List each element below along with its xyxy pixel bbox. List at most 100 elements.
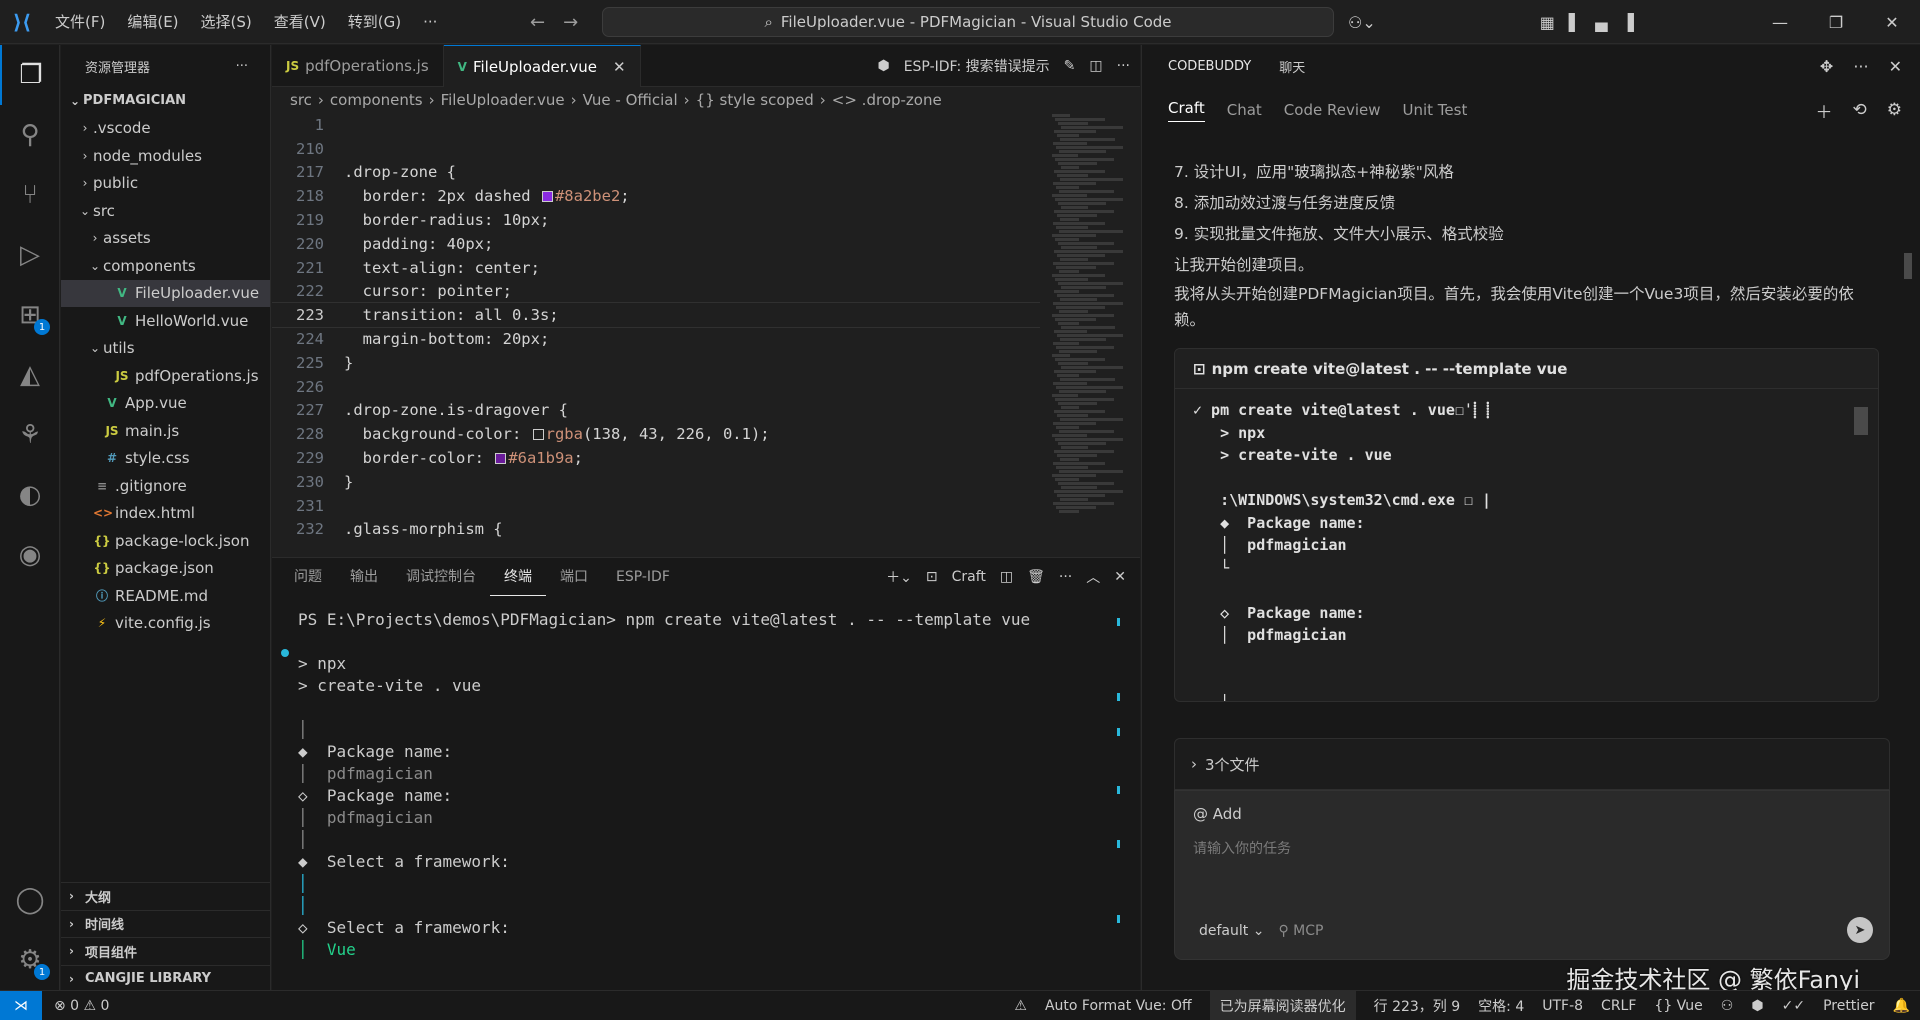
codebuddy-header-tab[interactable]: CODEBUDDY [1168,59,1251,74]
chat-message[interactable]: 我将从头开始创建PDFMagician项目。首先，我会使用Vite创建一个Vue… [1174,281,1874,333]
new-chat-icon[interactable]: ＋ [1816,98,1833,123]
sidebar-section[interactable]: › 项目组件 [61,937,271,965]
chevron-right-icon[interactable]: › [69,972,85,986]
minimap-line[interactable] [1054,330,1088,333]
file-tree-label[interactable]: .vscode [93,119,151,137]
terminal-text[interactable]: │ [298,896,308,915]
code-line[interactable]: 217 .drop-zone { [272,161,1040,185]
code-line[interactable]: 226 [272,375,1040,399]
minimize-icon[interactable]: — [1752,13,1808,32]
scrollbar[interactable] [1904,253,1912,279]
status-item[interactable]: CRLF [1601,998,1636,1014]
craft-terminal-label[interactable]: Craft [952,569,986,585]
terminal-card-line[interactable]: │ [1193,692,1878,701]
terminal-text[interactable]: │ pdfmagician [298,808,433,827]
minimap-line[interactable] [1056,466,1088,469]
file-tree-label[interactable]: App.vue [125,394,187,412]
terminal-text[interactable]: │ [298,874,308,893]
breadcrumb-item[interactable]: <> .drop-zone [832,91,942,109]
line-number[interactable]: 229 [272,449,324,467]
minimap-line[interactable] [1052,114,1070,117]
file-tree-label[interactable]: node_modules [93,147,202,165]
terminal-text[interactable]: ◆ Select a framework: [298,852,510,871]
code-line[interactable]: 227 .drop-zone.is-dragover { [272,399,1040,423]
minimap-line[interactable] [1053,222,1105,225]
chat-message[interactable]: 8. 添加动效过渡与任务进度反馈 [1174,188,1874,219]
minimap-line[interactable] [1057,494,1106,497]
toggle-secondary-sidebar-icon[interactable]: ▐ [1622,13,1634,32]
terminal-card-line[interactable]: └ [1193,557,1878,580]
minimap-line[interactable] [1052,194,1088,197]
chevron-right-icon[interactable]: › [77,121,93,135]
line-number[interactable]: 220 [272,235,324,253]
minimap-line[interactable] [1057,174,1088,177]
terminal-line[interactable]: │ [298,872,1140,894]
minimap-line[interactable] [1053,382,1088,385]
terminal-text[interactable]: ◇ Select a framework: [298,918,510,937]
code-text[interactable]: cursor: pointer; [324,282,512,300]
code-text[interactable]: margin-bottom: 20px; [324,330,550,348]
toggle-sidebar-icon[interactable]: ▌ [1569,13,1581,32]
back-arrow-icon[interactable]: ← [530,12,545,33]
menu-item[interactable]: 转到(G) [337,0,412,44]
vue-file-icon[interactable]: V [113,286,131,300]
line-number[interactable]: 230 [272,473,324,491]
code-text[interactable]: } [324,473,353,491]
minimap-line[interactable] [1060,418,1124,421]
chevron-right-icon[interactable]: › [571,91,577,109]
minimap-line[interactable] [1055,358,1106,361]
terminal-card-header[interactable]: ⊡ npm create vite@latest . -- --template… [1175,349,1878,389]
terminal-card-line[interactable]: > npx [1193,422,1878,445]
minimap-line[interactable] [1055,278,1088,281]
minimap-line[interactable] [1053,422,1097,425]
minimap-line[interactable] [1060,298,1097,301]
terminal-card-line[interactable]: ◇ Package name: [1193,602,1878,625]
minimap-line[interactable] [1053,462,1105,465]
minimap-line[interactable] [1057,454,1097,457]
terminal-text[interactable]: │ pdfmagician [298,764,433,783]
terminal-text[interactable]: │ [298,720,308,739]
terminal-line[interactable]: │ pdfmagician [298,806,1140,828]
more-actions-icon[interactable]: ··· [1853,57,1868,76]
code-text[interactable]: } [324,354,353,372]
minimap-line[interactable] [1055,318,1097,321]
terminal-text[interactable]: │ [298,830,308,849]
minimap-line[interactable] [1055,118,1106,121]
sidebar-section[interactable]: › 大纲 [61,882,271,910]
file-tree-item[interactable]: › .vscode [61,115,270,143]
code-text[interactable]: background-color: rgba(138, 43, 226, 0.1… [324,425,770,443]
minimap-line[interactable] [1056,386,1123,389]
minimap-line[interactable] [1060,258,1089,261]
layout-custom-icon[interactable]: ▦ [1540,13,1555,32]
esp-idf-search-label[interactable]: ESP-IDF: 搜索错误提示 [904,56,1050,76]
terminal-card-line[interactable]: ✓ pm create vite@latest . vue☐ˈ⸽ ⸽ [1193,399,1878,422]
status-item[interactable]: 空格: 4 [1478,996,1524,1016]
json-file-icon[interactable]: {} [93,561,111,575]
code-text[interactable]: border-radius: 10px; [324,211,550,229]
vite-file-icon[interactable]: ⚡ [93,616,111,630]
file-tree-item[interactable]: ⚡ vite.config.js [61,610,270,638]
minimap-line[interactable] [1052,314,1114,317]
panel-tab[interactable]: 输出 [336,558,392,596]
line-number[interactable]: 232 [272,520,324,538]
status-item[interactable]: 已为屏幕阅读器优化 [1209,991,1356,1020]
terminal-card-line[interactable]: ◆ Package name: [1193,512,1878,535]
minimap-line[interactable] [1057,374,1079,377]
minimap-line[interactable] [1060,138,1115,141]
file-tree-label[interactable]: assets [103,229,151,247]
sync-icon[interactable]: ⬢ [1751,998,1763,1014]
copilot-icon[interactable]: ⚇⌄ [1348,13,1376,32]
terminal-line[interactable] [298,696,1140,718]
mode-tab[interactable]: Chat [1227,101,1262,119]
code-text[interactable]: border-color: #6a1b9a; [324,449,583,467]
code-text[interactable]: .drop-zone { [324,163,456,181]
trash-icon[interactable]: 🗑 [1027,569,1045,585]
settings-gear-icon[interactable]: ⚙ 1 [0,930,60,990]
code-line[interactable]: 1 [272,113,1040,137]
chevron-right-icon[interactable]: › [820,91,826,109]
file-tree-item[interactable]: › node_modules [61,142,270,170]
terminal-output[interactable]: PS E:\Projects\demos\PDFMagician> npm cr… [272,608,1140,960]
line-number[interactable]: 219 [272,211,324,229]
minimap-line[interactable] [1052,154,1079,157]
code-line[interactable]: 230} [272,470,1040,494]
